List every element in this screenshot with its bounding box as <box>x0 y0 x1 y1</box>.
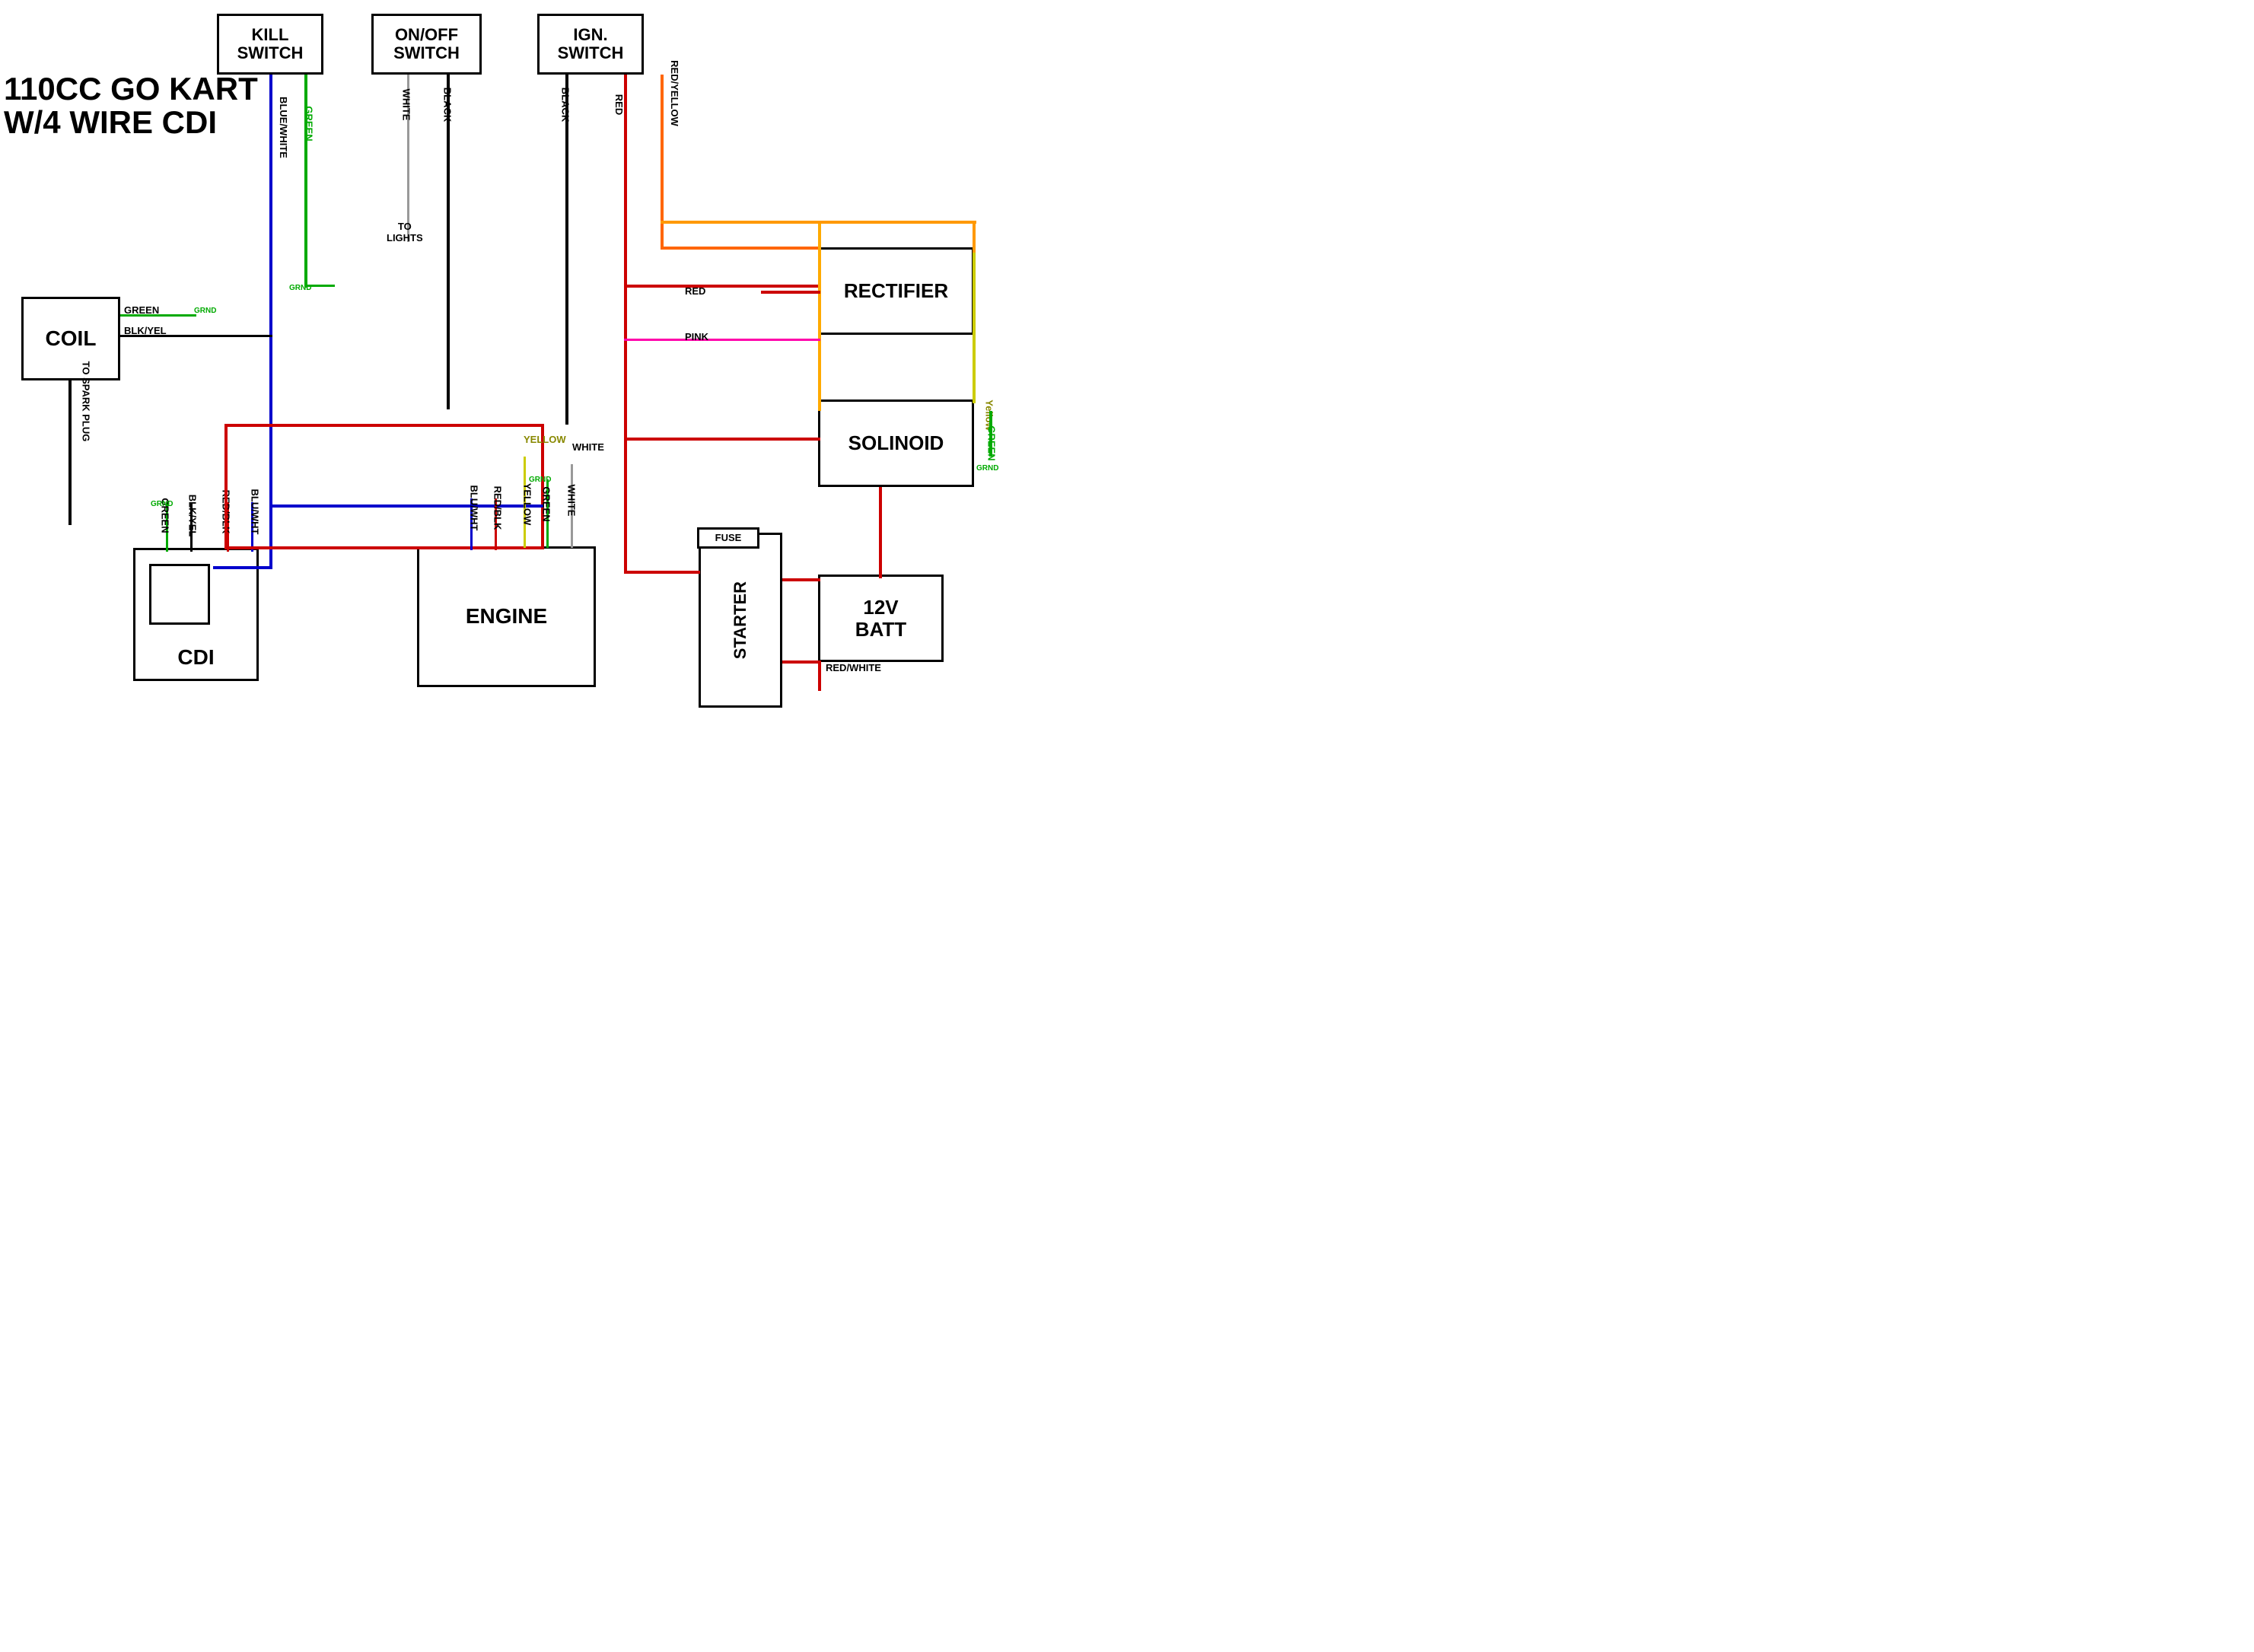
coil-box: COIL <box>21 297 120 380</box>
solinoid-green-wire <box>989 411 992 457</box>
to-lights-label: TOLIGHTS <box>387 221 423 244</box>
onoff-black-label: BLACK <box>430 99 465 110</box>
green-kill-label: GREEN <box>291 118 326 129</box>
starter-to-battery-horiz <box>782 578 820 581</box>
solinoid-to-battery-red <box>879 487 882 578</box>
fuse-box: FUSE <box>697 527 759 549</box>
blue-white-wire-vertical <box>269 75 272 569</box>
rectifier-yellow-right <box>973 221 976 253</box>
red-to-solinoid-horiz <box>761 438 820 441</box>
rectifier-red-label: RED <box>685 285 705 297</box>
white-engine-right: WHITE <box>572 441 604 453</box>
rectifier-red-down <box>761 291 820 294</box>
engine-box: ENGINE <box>417 546 596 687</box>
spark-plug-label: TO SPARK PLUG <box>46 396 126 407</box>
yellow-engine-label-top: YELLOW <box>524 434 566 445</box>
wiring-diagram: 110CC GO KARTW/4 WIRE CDI COIL CDI ENGIN… <box>0 0 1127 826</box>
grnd-solinoid: GRND <box>976 464 998 473</box>
solinoid-box: SOLINOID <box>818 399 974 487</box>
coil-green-label: GREEN <box>124 304 159 316</box>
grnd-coil-label: GRND <box>194 307 216 315</box>
solinoid-red-down <box>624 438 627 536</box>
battery-red-wire-h <box>782 660 820 664</box>
pink-label: PINK <box>685 331 708 342</box>
green-kill-horiz <box>304 285 335 287</box>
redyel-top-horiz <box>661 221 976 224</box>
diagram-title: 110CC GO KARTW/4 WIRE CDI <box>4 72 258 139</box>
grnd-engine-green: GRND <box>529 476 551 484</box>
grnd-cdi-green: GRND <box>151 500 173 508</box>
pink-wire-h <box>624 339 820 341</box>
ign-redyel-label: RED/YELLOW <box>641 88 708 99</box>
redyel-to-solinoid-v <box>818 221 821 411</box>
onoff-white-label: WHITE <box>390 99 422 110</box>
rectifier-box: RECTIFIER <box>818 247 974 335</box>
ign-switch-box: IGN.SWITCH <box>537 14 644 75</box>
ign-redyel-horiz <box>661 247 820 250</box>
ign-black-label: BLACK <box>548 99 583 110</box>
starter-box: STARTER <box>699 533 782 708</box>
blue-white-wire-horiz <box>213 566 272 569</box>
cdi-bluwht-label: BLU/WHT <box>232 506 278 517</box>
coil-blkyel-label: BLK/YEL <box>124 325 167 336</box>
onoff-switch-box: ON/OFFSWITCH <box>371 14 482 75</box>
cdi-red-outline-top <box>224 424 544 427</box>
kill-switch-box: KILLSWITCH <box>217 14 323 75</box>
battery-box: 12VBATT <box>818 575 944 662</box>
ign-red-wire-h <box>624 285 820 288</box>
ign-to-rect-red-v <box>624 75 627 223</box>
ign-black-wire <box>565 75 568 425</box>
engine-white-label: WHITE <box>556 495 587 506</box>
onoff-black-wire <box>447 75 450 409</box>
battery-red-down <box>818 660 821 691</box>
cdi-red-outline-left <box>224 424 228 549</box>
red-to-fuse-horiz <box>624 571 700 574</box>
battery-red-white-label: RED/WHITE <box>826 662 881 673</box>
